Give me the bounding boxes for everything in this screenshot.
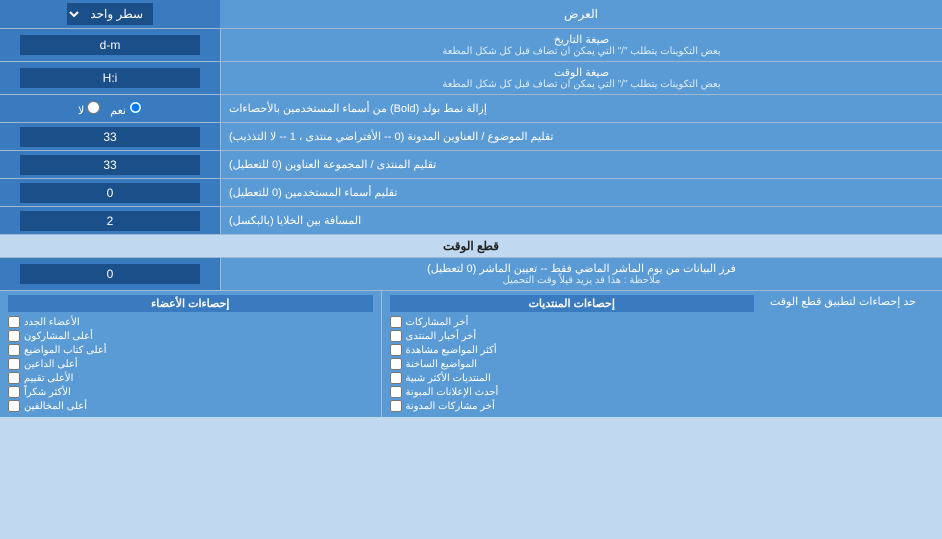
posts-stats-title: إحصاءات المنتديات (390, 295, 755, 312)
bold-remove-row: إزالة نمط بولد (Bold) من أسماء المستخدمي… (0, 95, 942, 123)
members-stat-item-3: أعلى الداعين (8, 357, 373, 371)
posts-stat-checkbox-1[interactable] (390, 330, 402, 342)
members-stat-item-1: أعلى المشاركون (8, 329, 373, 343)
posts-stat-item-5: أحدث الإعلانات المبونة (390, 385, 755, 399)
cell-spacing-input[interactable] (20, 211, 200, 231)
cell-spacing-input-container (0, 207, 220, 234)
date-format-label: صيغة التاريخ بعض التكوينات يتطلب "/" الت… (220, 29, 942, 61)
usernames-trim-input-container (0, 179, 220, 206)
bold-yes-radio[interactable] (129, 101, 142, 114)
time-format-input[interactable] (20, 68, 200, 88)
usernames-trim-row: تقليم أسماء المستخدمين (0 للتعطيل) (0, 179, 942, 207)
cutoff-header: قطع الوقت (0, 235, 942, 258)
cutoff-input[interactable] (20, 264, 200, 284)
bold-remove-label: إزالة نمط بولد (Bold) من أسماء المستخدمي… (220, 95, 942, 122)
members-stat-item-2: أعلى كتاب المواضيع (8, 343, 373, 357)
header-select-container: سطر واحد سطرين ثلاثة أسطر (0, 0, 220, 28)
members-stat-item-6: أعلى المخالفين (8, 399, 373, 413)
posts-stat-item-0: أخر المشاركات (390, 315, 755, 329)
cutoff-label: فرز البيانات من يوم الماشر الماضي فقط --… (220, 258, 942, 290)
apply-cutoff-col: حد إحصاءات لتطبيق قطع الوقت (762, 291, 942, 417)
cutoff-input-container (0, 258, 220, 290)
bold-no-label: لا (78, 101, 100, 117)
bold-no-radio[interactable] (87, 101, 100, 114)
usernames-trim-label: تقليم أسماء المستخدمين (0 للتعطيل) (220, 179, 942, 206)
posts-stat-item-6: أخر مشاركات المدونة (390, 399, 755, 413)
members-stat-checkbox-4[interactable] (8, 372, 20, 384)
members-stat-checkbox-2[interactable] (8, 344, 20, 356)
cell-spacing-label: المسافة بين الخلايا (بالبكسل) (220, 207, 942, 234)
posts-stat-checkbox-4[interactable] (390, 372, 402, 384)
posts-stat-item-3: المواضيع الساخنة (390, 357, 755, 371)
display-select[interactable]: سطر واحد سطرين ثلاثة أسطر (67, 3, 153, 25)
cell-spacing-row: المسافة بين الخلايا (بالبكسل) (0, 207, 942, 235)
time-format-input-container (0, 62, 220, 94)
members-stat-item-4: الأعلى تقييم (8, 371, 373, 385)
posts-stat-item-4: المنتديات الأكثر شبية (390, 371, 755, 385)
topic-trim-row: تقليم الموضوع / العناوين المدونة (0 -- ا… (0, 123, 942, 151)
date-format-input-container (0, 29, 220, 61)
members-stat-checkbox-0[interactable] (8, 316, 20, 328)
forum-trim-input-container (0, 151, 220, 178)
posts-stat-checkbox-0[interactable] (390, 316, 402, 328)
forum-trim-input[interactable] (20, 155, 200, 175)
members-stats-col: إحصاءات الأعضاء الأعضاء الجدد أعلى المشا… (0, 291, 381, 417)
time-format-label: صيغة الوقت بعض التكوينات يتطلب "/" التي … (220, 62, 942, 94)
members-stat-item-0: الأعضاء الجدد (8, 315, 373, 329)
bold-radio-group: نعم لا (70, 101, 150, 117)
header-row: العرض سطر واحد سطرين ثلاثة أسطر (0, 0, 942, 29)
posts-stat-item-2: أكثر المواضيع مشاهدة (390, 343, 755, 357)
topic-trim-label: تقليم الموضوع / العناوين المدونة (0 -- ا… (220, 123, 942, 150)
posts-stat-item-1: أخر أخبار المنتدى (390, 329, 755, 343)
forum-trim-label: تقليم المنتدى / المجموعة العناوين (0 للت… (220, 151, 942, 178)
posts-stats-col: إحصاءات المنتديات أخر المشاركات أخر أخبا… (381, 291, 763, 417)
header-label: العرض (220, 3, 942, 25)
cutoff-row: فرز البيانات من يوم الماشر الماضي فقط --… (0, 258, 942, 291)
time-format-row: صيغة الوقت بعض التكوينات يتطلب "/" التي … (0, 62, 942, 95)
topic-trim-input-container (0, 123, 220, 150)
posts-stat-checkbox-6[interactable] (390, 400, 402, 412)
bold-yes-label: نعم (110, 101, 142, 117)
main-container: العرض سطر واحد سطرين ثلاثة أسطر صيغة الت… (0, 0, 942, 417)
posts-stat-checkbox-5[interactable] (390, 386, 402, 398)
stats-section: حد إحصاءات لتطبيق قطع الوقت إحصاءات المن… (0, 291, 942, 417)
date-format-input[interactable] (20, 35, 200, 55)
topic-trim-input[interactable] (20, 127, 200, 147)
members-stats-title: إحصاءات الأعضاء (8, 295, 373, 312)
members-stat-checkbox-6[interactable] (8, 400, 20, 412)
usernames-trim-input[interactable] (20, 183, 200, 203)
forum-trim-row: تقليم المنتدى / المجموعة العناوين (0 للت… (0, 151, 942, 179)
members-stat-item-5: الأكثر شكراً (8, 385, 373, 399)
members-stat-checkbox-3[interactable] (8, 358, 20, 370)
date-format-row: صيغة التاريخ بعض التكوينات يتطلب "/" الت… (0, 29, 942, 62)
members-stat-checkbox-5[interactable] (8, 386, 20, 398)
members-stat-checkbox-1[interactable] (8, 330, 20, 342)
posts-stat-checkbox-3[interactable] (390, 358, 402, 370)
posts-stat-checkbox-2[interactable] (390, 344, 402, 356)
bold-remove-radio-container: نعم لا (0, 95, 220, 122)
